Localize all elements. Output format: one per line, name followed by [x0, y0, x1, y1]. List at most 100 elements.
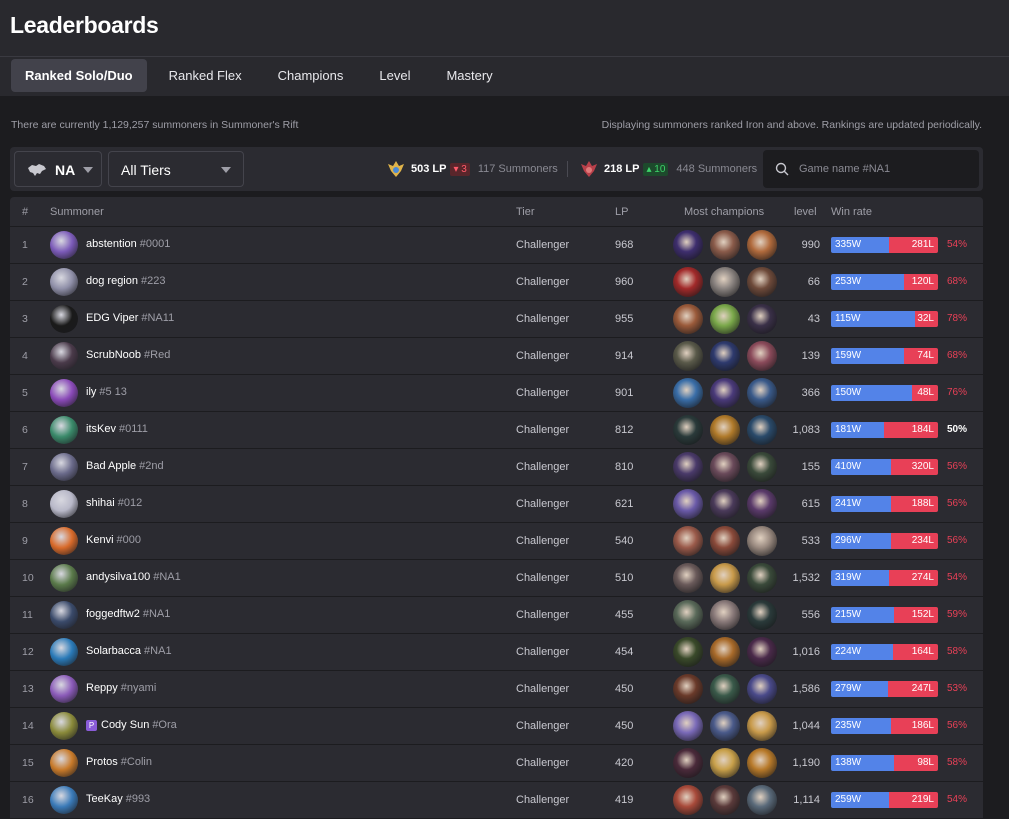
summoner-avatar[interactable] [50, 675, 78, 703]
champion-icon[interactable] [710, 230, 740, 260]
table-row[interactable]: 3 EDG Viper #NA11 Challenger 955 43 115W 32L 78% [10, 301, 983, 338]
champion-icon[interactable] [710, 304, 740, 334]
table-row[interactable]: 16 TeeKay #993 Challenger 419 1,114 259W 219L 54… [10, 782, 983, 819]
tier-select[interactable]: All Tiers [108, 151, 244, 187]
summoner-name[interactable]: shihai #012 [86, 497, 142, 509]
table-row[interactable]: 1 abstention #0001 Challenger 968 990 335W 281L… [10, 227, 983, 264]
champion-icon[interactable] [673, 452, 703, 482]
search-input[interactable] [799, 150, 974, 188]
champion-icon[interactable] [747, 489, 777, 519]
champion-icon[interactable] [747, 378, 777, 408]
champion-icon[interactable] [747, 711, 777, 741]
champion-icon[interactable] [747, 637, 777, 667]
table-row[interactable]: 14 P Cody Sun #Ora Challenger 450 1,044 235W 186… [10, 708, 983, 745]
summoner-name[interactable]: Solarbacca #NA1 [86, 645, 172, 657]
champion-icon[interactable] [673, 341, 703, 371]
summoner-avatar[interactable] [50, 749, 78, 777]
search-box[interactable] [763, 150, 979, 188]
summoner-avatar[interactable] [50, 638, 78, 666]
summoner-avatar[interactable] [50, 453, 78, 481]
champion-icon[interactable] [710, 785, 740, 815]
tab-ranked-flex[interactable]: Ranked Flex [155, 59, 256, 92]
champion-icon[interactable] [747, 563, 777, 593]
tab-mastery[interactable]: Mastery [432, 59, 506, 92]
summoner-name[interactable]: itsKev #0111 [86, 423, 148, 435]
summoner-name[interactable]: dog region #223 [86, 275, 165, 287]
region-select[interactable]: NA [14, 151, 102, 187]
champion-icon[interactable] [673, 600, 703, 630]
table-row[interactable]: 6 itsKev #0111 Challenger 812 1,083 181W 184L 50… [10, 412, 983, 449]
table-row[interactable]: 11 foggedftw2 #NA1 Challenger 455 556 215W 152L… [10, 597, 983, 634]
table-row[interactable]: 2 dog region #223 Challenger 960 66 253W 120L 68… [10, 264, 983, 301]
champion-icon[interactable] [673, 674, 703, 704]
table-row[interactable]: 10 andysilva100 #NA1 Challenger 510 1,532 319W… [10, 560, 983, 597]
tab-champions[interactable]: Champions [264, 59, 358, 92]
summoner-name[interactable]: EDG Viper #NA11 [86, 312, 174, 324]
champion-icon[interactable] [673, 304, 703, 334]
champion-icon[interactable] [710, 341, 740, 371]
champion-icon[interactable] [673, 230, 703, 260]
table-row[interactable]: 12 Solarbacca #NA1 Challenger 454 1,016 224W 16… [10, 634, 983, 671]
champion-icon[interactable] [747, 230, 777, 260]
champion-icon[interactable] [710, 489, 740, 519]
summoner-name[interactable]: Protos #Colin [86, 756, 152, 768]
champion-icon[interactable] [747, 674, 777, 704]
summoner-name[interactable]: Reppy #nyami [86, 682, 156, 694]
summoner-name[interactable]: TeeKay #993 [86, 793, 150, 805]
table-row[interactable]: 15 Protos #Colin Challenger 420 1,190 138W 98L 5… [10, 745, 983, 782]
champion-icon[interactable] [747, 748, 777, 778]
tab-ranked-solo-duo[interactable]: Ranked Solo/Duo [11, 59, 147, 92]
summoner-avatar[interactable] [50, 379, 78, 407]
summoner-avatar[interactable] [50, 342, 78, 370]
summoner-name[interactable]: abstention #0001 [86, 238, 170, 250]
champion-icon[interactable] [747, 526, 777, 556]
summoner-name[interactable]: foggedftw2 #NA1 [86, 608, 170, 620]
champion-icon[interactable] [673, 748, 703, 778]
champion-icon[interactable] [710, 378, 740, 408]
summoner-name[interactable]: Bad Apple #2nd [86, 460, 164, 472]
champion-icon[interactable] [747, 267, 777, 297]
champion-icon[interactable] [673, 785, 703, 815]
summoner-avatar[interactable] [50, 268, 78, 296]
summoner-name[interactable]: ily #5 13 [86, 386, 127, 398]
summoner-avatar[interactable] [50, 490, 78, 518]
champion-icon[interactable] [673, 415, 703, 445]
table-row[interactable]: 13 Reppy #nyami Challenger 450 1,586 279W 247L 5… [10, 671, 983, 708]
summoner-name[interactable]: andysilva100 #NA1 [86, 571, 181, 583]
champion-icon[interactable] [747, 452, 777, 482]
table-row[interactable]: 7 Bad Apple #2nd Challenger 810 155 410W 320L 56… [10, 449, 983, 486]
table-row[interactable]: 8 shihai #012 Challenger 621 615 241W 188L 56% [10, 486, 983, 523]
table-row[interactable]: 9 Kenvi #000 Challenger 540 533 296W 234L 56% [10, 523, 983, 560]
champion-icon[interactable] [673, 526, 703, 556]
champion-icon[interactable] [710, 748, 740, 778]
champion-icon[interactable] [710, 711, 740, 741]
summoner-avatar[interactable] [50, 416, 78, 444]
champion-icon[interactable] [710, 563, 740, 593]
summoner-avatar[interactable] [50, 601, 78, 629]
champion-icon[interactable] [747, 785, 777, 815]
champion-icon[interactable] [710, 415, 740, 445]
champion-icon[interactable] [747, 341, 777, 371]
champion-icon[interactable] [710, 600, 740, 630]
champion-icon[interactable] [673, 563, 703, 593]
champion-icon[interactable] [673, 637, 703, 667]
champion-icon[interactable] [673, 489, 703, 519]
champion-icon[interactable] [710, 267, 740, 297]
summoner-name[interactable]: ScrubNoob #Red [86, 349, 170, 361]
champion-icon[interactable] [710, 452, 740, 482]
champion-icon[interactable] [747, 600, 777, 630]
champion-icon[interactable] [673, 711, 703, 741]
table-row[interactable]: 5 ily #5 13 Challenger 901 366 150W 48L 76% [10, 375, 983, 412]
summoner-name[interactable]: Kenvi #000 [86, 534, 141, 546]
champion-icon[interactable] [747, 415, 777, 445]
summoner-avatar[interactable] [50, 564, 78, 592]
tab-level[interactable]: Level [365, 59, 424, 92]
champion-icon[interactable] [710, 674, 740, 704]
champion-icon[interactable] [673, 267, 703, 297]
summoner-avatar[interactable] [50, 305, 78, 333]
summoner-avatar[interactable] [50, 527, 78, 555]
table-row[interactable]: 4 ScrubNoob #Red Challenger 914 139 159W 74L 68% [10, 338, 983, 375]
champion-icon[interactable] [747, 304, 777, 334]
champion-icon[interactable] [673, 378, 703, 408]
summoner-avatar[interactable] [50, 231, 78, 259]
